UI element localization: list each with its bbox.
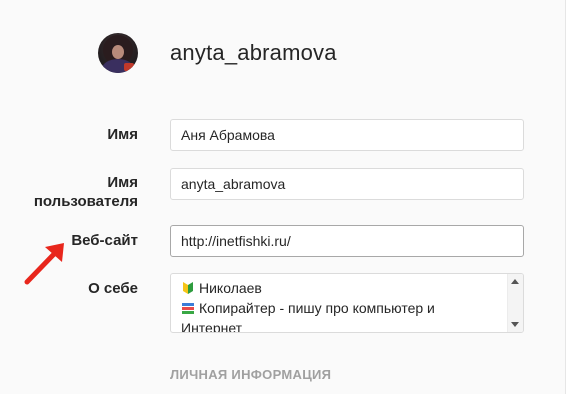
red-arrow-icon: [24, 243, 64, 285]
username-field[interactable]: anyta_abramova: [170, 168, 524, 200]
name-label: Имя: [107, 126, 138, 143]
website-field[interactable]: http://inetfishki.ru/: [170, 225, 524, 257]
beginner-icon: [183, 282, 193, 294]
bio-textarea[interactable]: Николаев Копирайтер - пишу про компьютер…: [170, 273, 524, 333]
profile-username: anyta_abramova: [170, 40, 337, 65]
bio-line: Копирайтер - пишу про компьютер и: [181, 298, 503, 318]
bio-label: О себе: [88, 280, 138, 297]
profile-edit-page: anyta_abramova Имя Аня Абрамова Имя поль…: [0, 0, 566, 394]
bio-scrollbar[interactable]: [507, 274, 523, 332]
books-icon: [182, 303, 194, 314]
website-label: Веб-сайт: [71, 232, 138, 249]
bio-line: Николаев: [181, 278, 503, 298]
scroll-down-icon[interactable]: [511, 322, 519, 327]
avatar-face: [112, 45, 124, 59]
avatar[interactable]: [98, 33, 138, 73]
username-label: Имя пользователя: [33, 174, 138, 210]
bio-content: Николаев Копирайтер - пишу про компьютер…: [181, 278, 503, 333]
name-field[interactable]: Аня Абрамова: [170, 119, 524, 151]
avatar-accent: [124, 63, 134, 71]
personal-info-heading: ЛИЧНАЯ ИНФОРМАЦИЯ: [170, 367, 332, 382]
scroll-up-icon[interactable]: [511, 279, 519, 284]
bio-line: Интернет: [181, 320, 243, 333]
